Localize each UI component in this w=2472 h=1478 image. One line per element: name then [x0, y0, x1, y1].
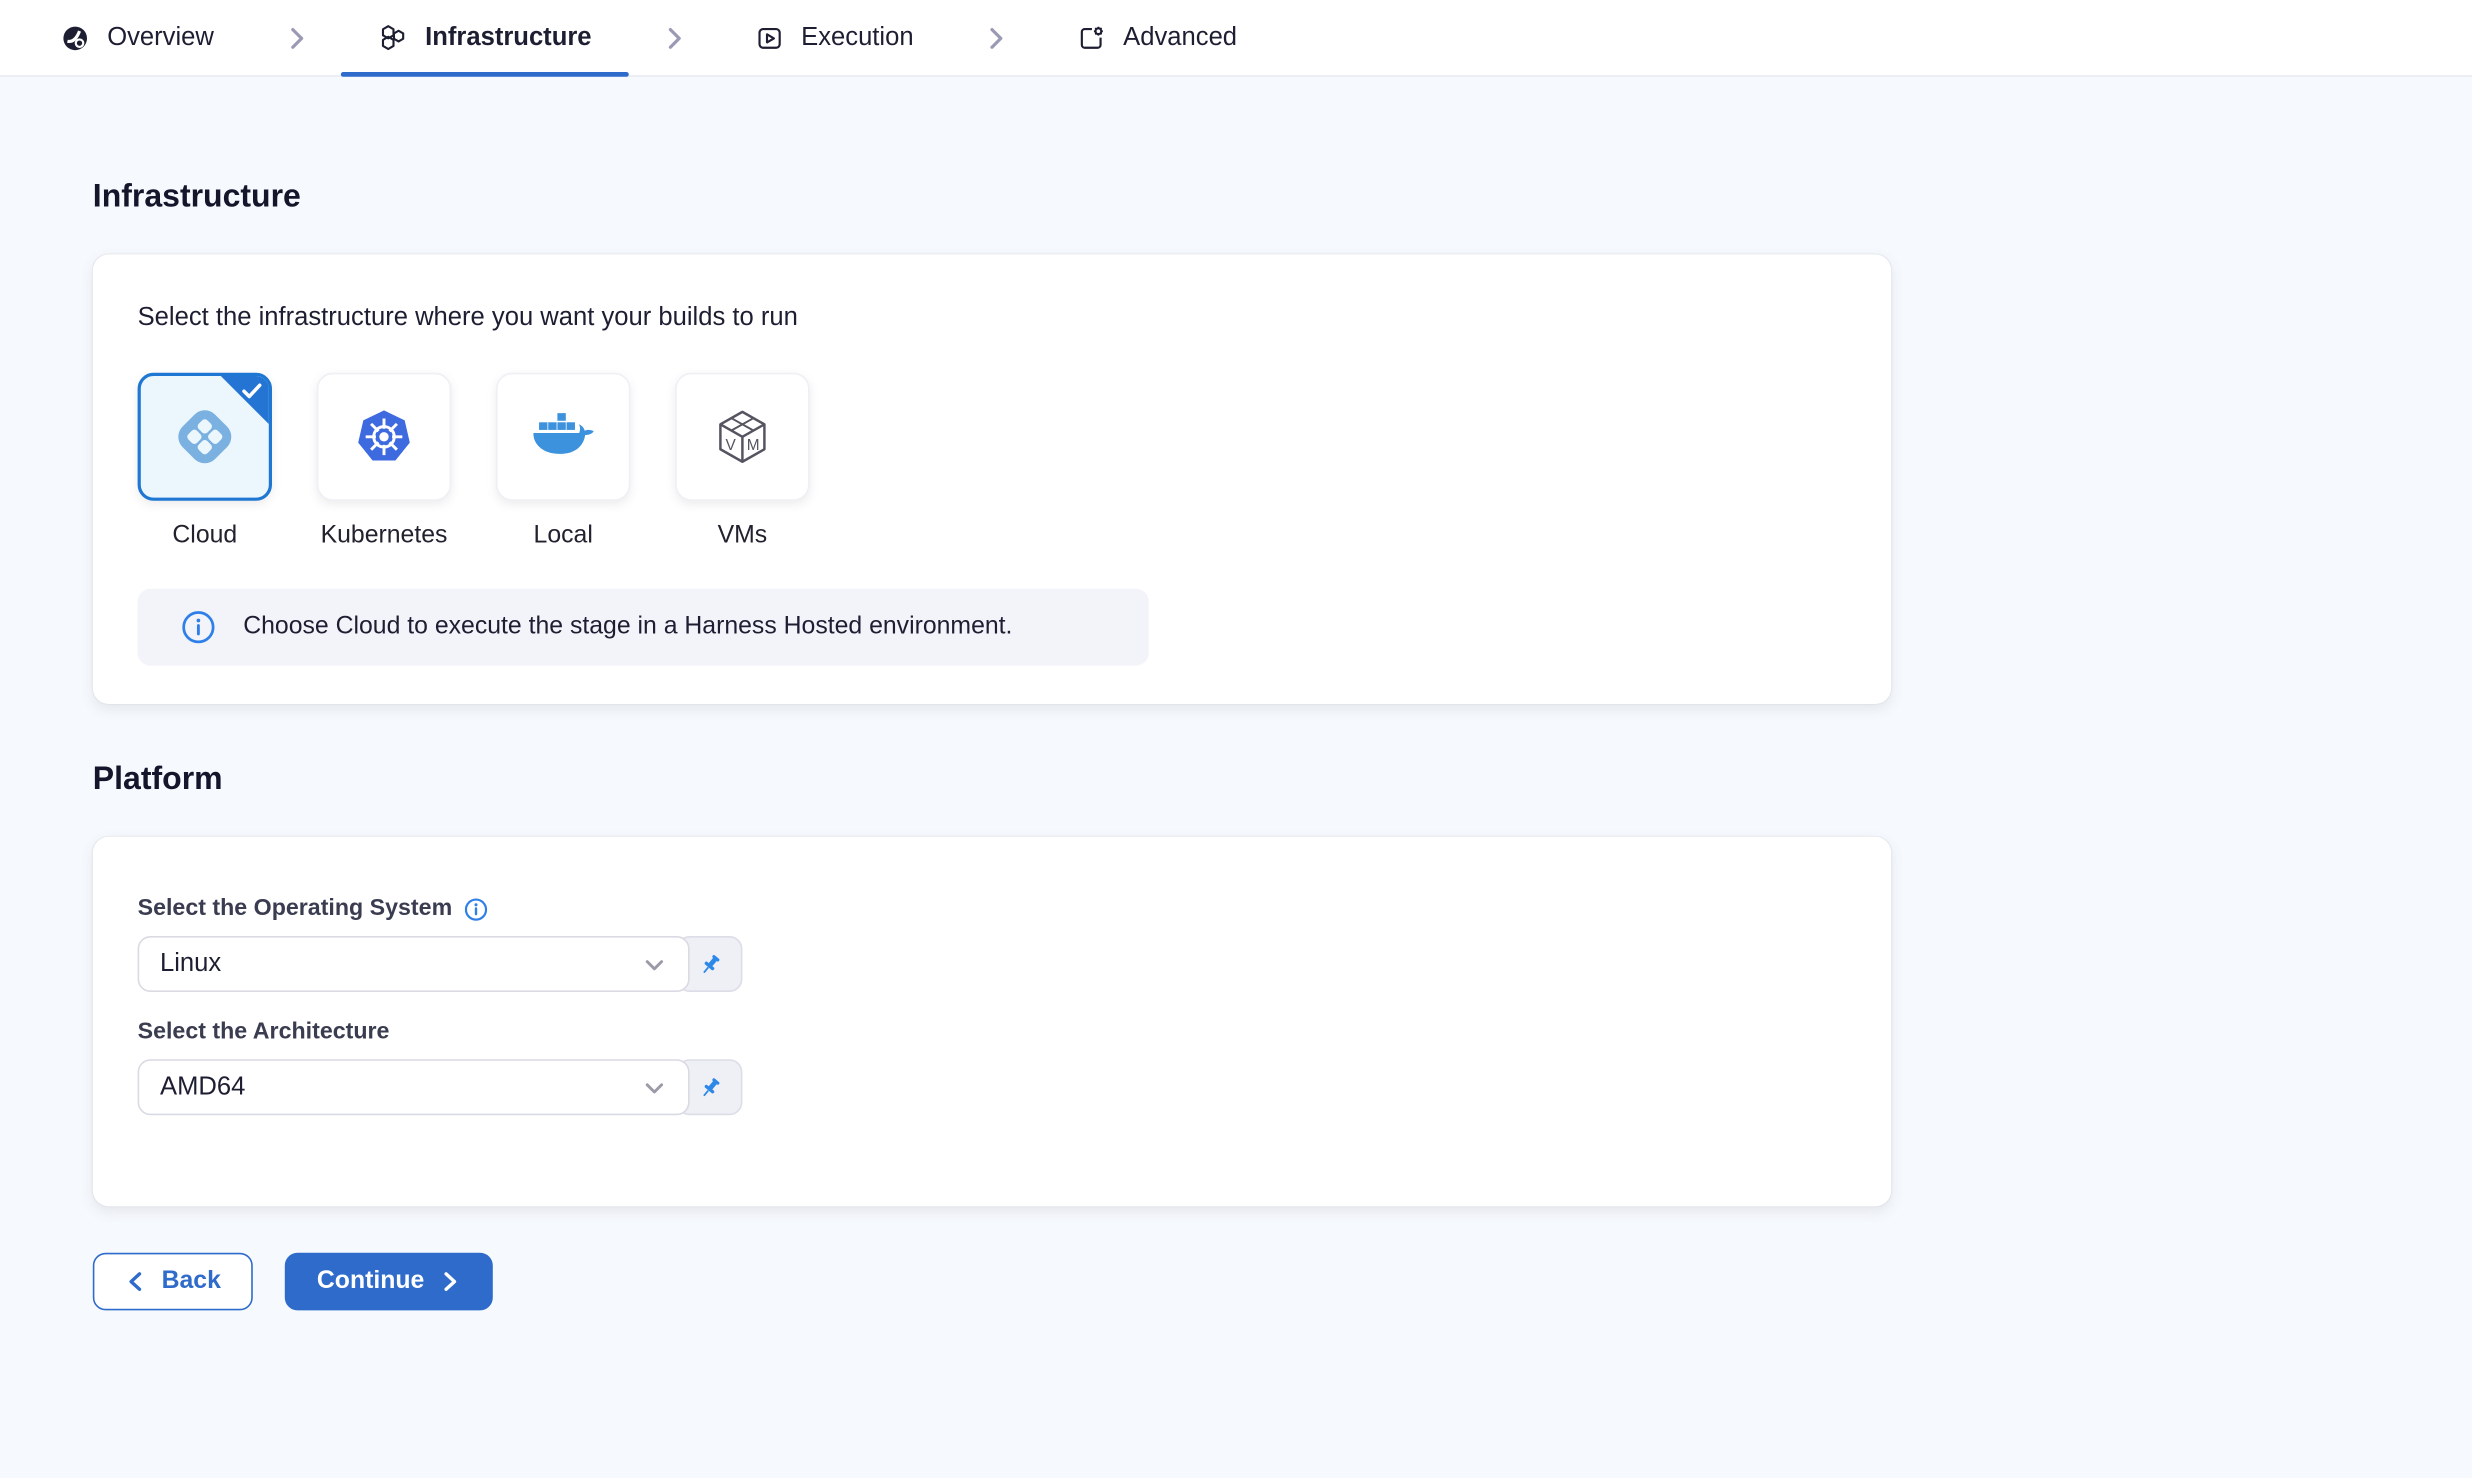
infra-option-label: Local [534, 522, 593, 551]
infrastructure-options: Cloud [138, 373, 1847, 551]
stage-tabbar: Overview Infrastructure [0, 0, 2472, 77]
page: Overview Infrastructure [0, 0, 2472, 1478]
continue-button[interactable]: Continue [285, 1253, 493, 1311]
tab-execution[interactable]: Execution [718, 0, 950, 75]
thumbtack-icon [695, 1073, 724, 1102]
os-select-row: Linux [138, 936, 743, 992]
chevron-right-separator [280, 0, 312, 75]
back-button-label: Back [162, 1267, 221, 1296]
footer-actions: Back Continue [93, 1253, 2472, 1311]
infra-option-vms[interactable]: V M VMs [675, 373, 809, 551]
os-field-label-text: Select the Operating System [138, 894, 453, 923]
checkmark-icon [242, 382, 263, 400]
infra-option-vms-tile[interactable]: V M [675, 373, 809, 501]
platform-card: Select the Operating System Linux [93, 837, 1891, 1207]
tab-overview[interactable]: Overview [24, 0, 251, 75]
os-field-label: Select the Operating System [138, 894, 1847, 923]
vm-cube-icon: V M [707, 402, 777, 472]
os-info-icon[interactable] [463, 897, 487, 921]
tab-label: Infrastructure [425, 23, 591, 52]
chevron-left-icon [125, 1270, 147, 1292]
info-banner-text: Choose Cloud to execute the stage in a H… [243, 613, 1012, 642]
kubernetes-wheel-icon [349, 402, 419, 472]
thumbtack-icon [695, 950, 724, 979]
tab-label: Advanced [1123, 23, 1237, 52]
stage-circle-icon [61, 23, 90, 52]
chevron-right-icon [439, 1270, 461, 1292]
infra-option-label: Kubernetes [321, 522, 448, 551]
continue-button-label: Continue [317, 1267, 424, 1296]
back-button[interactable]: Back [93, 1253, 253, 1311]
arch-field-label-text: Select the Architecture [138, 1018, 390, 1047]
chevron-down-icon [642, 1074, 668, 1100]
svg-text:V: V [726, 437, 737, 454]
chevron-right-separator [979, 0, 1011, 75]
platform-heading: Platform [93, 762, 2472, 799]
svg-text:M: M [747, 437, 760, 454]
chevron-down-icon [642, 951, 668, 977]
gear-square-icon [1077, 23, 1106, 52]
arch-select-value: AMD64 [160, 1073, 245, 1102]
chevron-right-separator [657, 0, 689, 75]
os-select[interactable]: Linux [138, 936, 690, 992]
tab-label: Execution [801, 23, 913, 52]
infra-option-local-tile[interactable] [496, 373, 630, 501]
arch-field-label: Select the Architecture [138, 1018, 1847, 1047]
arch-select[interactable]: AMD64 [138, 1059, 690, 1115]
docker-whale-icon [526, 403, 600, 470]
tab-label: Overview [107, 23, 214, 52]
os-select-value: Linux [160, 950, 221, 979]
infra-option-cloud[interactable]: Cloud [138, 373, 272, 551]
play-square-icon [755, 23, 784, 52]
infra-option-label: Cloud [172, 522, 237, 551]
stage-content: Infrastructure Select the infrastructure… [0, 77, 2472, 1311]
hexagon-cluster-icon [377, 22, 407, 52]
infra-option-kubernetes-tile[interactable] [317, 373, 451, 501]
infra-option-label: VMs [718, 522, 768, 551]
infra-option-cloud-tile[interactable] [138, 373, 272, 501]
infrastructure-card: Select the infrastructure where you want… [93, 254, 1891, 704]
info-banner: Choose Cloud to execute the stage in a H… [138, 589, 1149, 666]
infra-option-kubernetes[interactable]: Kubernetes [317, 373, 451, 551]
info-circle-icon [181, 610, 216, 645]
infrastructure-card-title: Select the infrastructure where you want… [138, 302, 1847, 334]
tab-advanced[interactable]: Advanced [1040, 0, 1274, 75]
tab-infrastructure[interactable]: Infrastructure [340, 0, 628, 75]
arch-select-row: AMD64 [138, 1059, 743, 1115]
infrastructure-heading: Infrastructure [93, 77, 2472, 216]
infra-option-local[interactable]: Local [496, 373, 630, 551]
